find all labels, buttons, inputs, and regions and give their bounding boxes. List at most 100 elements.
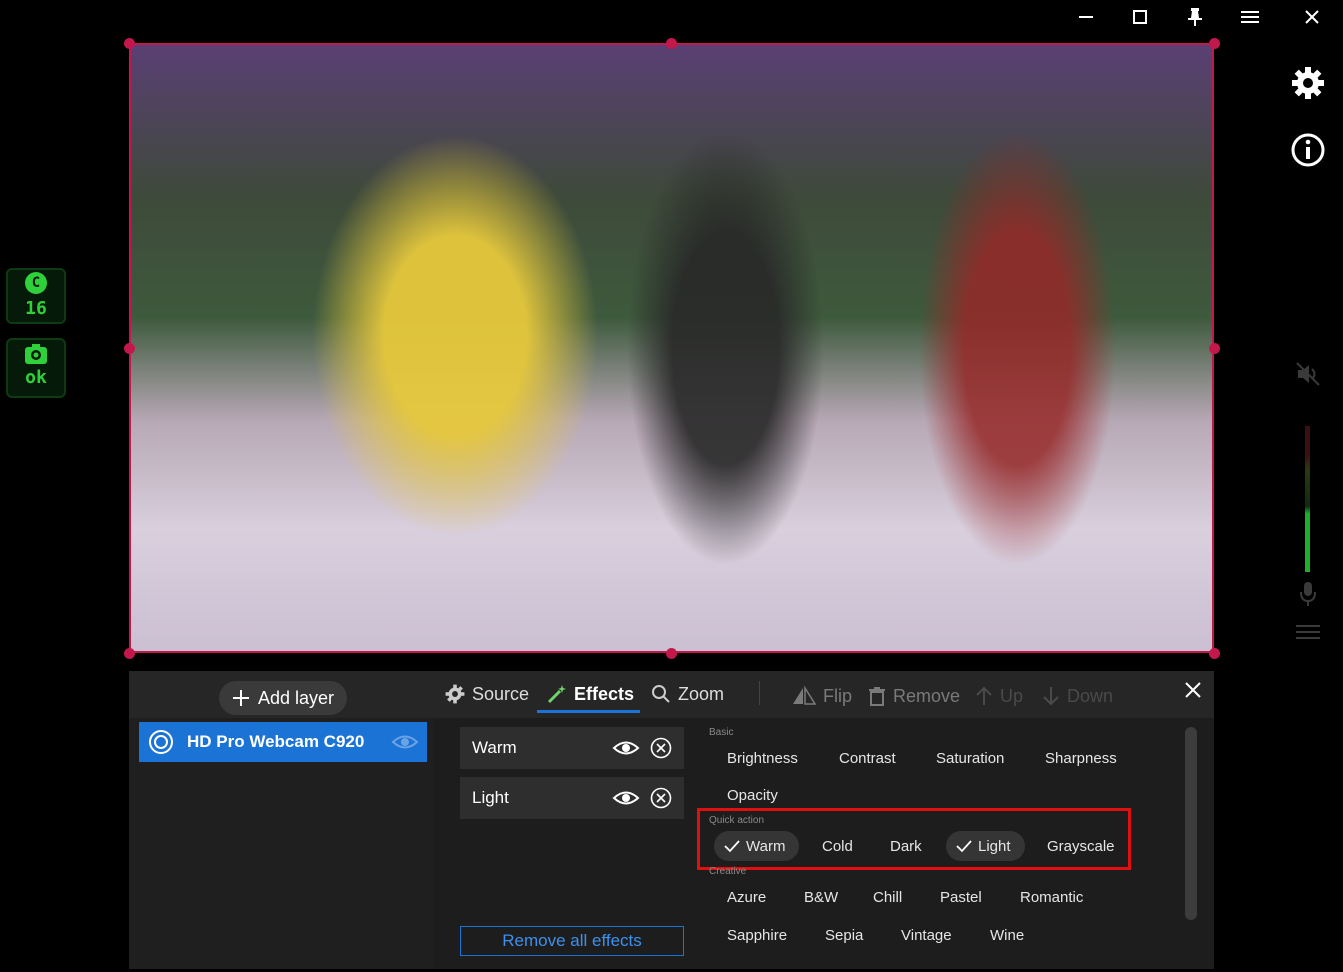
active-effect-item[interactable]: Light: [460, 777, 684, 819]
maximize-icon: [1133, 10, 1147, 24]
effect-romantic[interactable]: Romantic: [1016, 882, 1087, 912]
flip-button[interactable]: Flip: [792, 678, 852, 714]
camera-status-value: ok: [25, 367, 47, 388]
remove-label: Remove: [893, 685, 961, 706]
effect-grayscale[interactable]: Grayscale: [1043, 831, 1119, 861]
layer-name: HD Pro Webcam C920: [187, 732, 365, 751]
close-window-button[interactable]: [1295, 3, 1329, 31]
maximize-button[interactable]: [1123, 3, 1157, 31]
close-icon: [1185, 682, 1201, 698]
camera-icon: [25, 344, 47, 364]
pin-button[interactable]: [1178, 3, 1212, 31]
tab-effects-label: Effects: [574, 683, 635, 704]
minimize-button[interactable]: [1069, 3, 1103, 31]
section-title-creative: Creative: [709, 866, 747, 877]
fps-value: 16: [25, 298, 47, 319]
active-tab-indicator: [537, 710, 640, 713]
effect-sepia[interactable]: Sepia: [821, 920, 867, 950]
effect-contrast[interactable]: Contrast: [835, 743, 900, 773]
section-title-basic: Basic: [709, 727, 734, 738]
effect-sharpness[interactable]: Sharpness: [1041, 743, 1121, 773]
check-icon: [956, 840, 972, 853]
eye-icon[interactable]: [612, 789, 640, 807]
effect-opacity[interactable]: Opacity: [723, 780, 782, 810]
flip-icon: [793, 686, 816, 705]
effects-scrollbar[interactable]: [1185, 727, 1197, 920]
effect-warm[interactable]: Warm: [714, 831, 800, 861]
effect-dark[interactable]: Dark: [886, 831, 926, 861]
tab-source[interactable]: Source: [445, 676, 529, 712]
tab-zoom-label: Zoom: [678, 683, 725, 704]
remove-layer-button[interactable]: Remove: [868, 678, 960, 714]
gear-icon: [1292, 67, 1324, 99]
resize-handle-br[interactable]: [1209, 648, 1220, 659]
trash-icon: [869, 687, 885, 706]
flip-label: Flip: [823, 685, 853, 706]
move-down-button[interactable]: Down: [1042, 678, 1113, 714]
search-icon: [652, 685, 670, 703]
effect-bw[interactable]: B&W: [800, 882, 842, 912]
active-effect-item[interactable]: Warm: [460, 727, 684, 769]
arrow-up-icon: [976, 686, 992, 705]
microphone-icon: [1300, 582, 1316, 606]
resize-handle-t[interactable]: [666, 38, 677, 49]
gear-icon: [445, 684, 465, 704]
eye-icon[interactable]: [391, 733, 419, 751]
effect-wine[interactable]: Wine: [986, 920, 1028, 950]
camera-preview[interactable]: [129, 43, 1214, 653]
plus-icon: [232, 690, 249, 706]
remove-circle-icon[interactable]: [650, 787, 672, 809]
resize-handle-l[interactable]: [124, 343, 135, 354]
info-button[interactable]: [1290, 132, 1326, 168]
effect-pastel[interactable]: Pastel: [936, 882, 986, 912]
effect-cold[interactable]: Cold: [818, 831, 857, 861]
resize-handle-bl[interactable]: [124, 648, 135, 659]
microphone-button[interactable]: [1290, 576, 1326, 612]
effect-vintage[interactable]: Vintage: [897, 920, 956, 950]
fps-badge: C 16: [6, 268, 66, 324]
menu-button[interactable]: [1233, 3, 1267, 31]
remove-all-effects-button[interactable]: Remove all effects: [460, 926, 684, 956]
resize-handle-tr[interactable]: [1209, 38, 1220, 49]
menu-icon: [1241, 11, 1259, 23]
layer-item[interactable]: HD Pro Webcam C920: [139, 722, 427, 762]
effect-azure[interactable]: Azure: [723, 882, 770, 912]
move-up-button[interactable]: Up: [975, 678, 1023, 714]
c-icon: C: [25, 272, 47, 294]
effect-warm-label: Warm: [746, 837, 786, 855]
tab-source-label: Source: [472, 683, 530, 704]
up-label: Up: [1000, 685, 1024, 706]
close-panel-button[interactable]: [1176, 676, 1210, 704]
active-effect-name: Warm: [472, 738, 517, 757]
toolbar-divider: [759, 681, 760, 705]
effect-light-label: Light: [978, 837, 1011, 855]
speaker-muted-icon: [1296, 362, 1320, 386]
section-title-quick-action: Quick action: [709, 815, 765, 826]
info-icon: [1291, 133, 1325, 167]
tab-zoom[interactable]: Zoom: [651, 676, 724, 712]
add-layer-button[interactable]: Add layer: [219, 681, 347, 715]
remove-circle-icon[interactable]: [650, 737, 672, 759]
check-icon: [724, 840, 740, 853]
resize-handle-b[interactable]: [666, 648, 677, 659]
effect-saturation[interactable]: Saturation: [932, 743, 1008, 773]
resize-handle-tl[interactable]: [124, 38, 135, 49]
resize-handle-r[interactable]: [1209, 343, 1220, 354]
magic-wand-icon: [547, 685, 566, 704]
down-label: Down: [1067, 685, 1114, 706]
audio-menu-button[interactable]: [1290, 614, 1326, 650]
effect-sapphire[interactable]: Sapphire: [723, 920, 791, 950]
mute-button[interactable]: [1290, 356, 1326, 392]
webcam-icon: [149, 730, 173, 754]
arrow-down-icon: [1043, 687, 1059, 706]
pin-icon: [1188, 8, 1202, 26]
add-layer-label: Add layer: [257, 687, 335, 708]
eye-icon[interactable]: [612, 739, 640, 757]
tab-effects[interactable]: Effects: [547, 676, 634, 712]
effect-chill[interactable]: Chill: [869, 882, 906, 912]
close-icon: [1305, 10, 1319, 24]
effect-brightness[interactable]: Brightness: [723, 743, 802, 773]
minimize-icon: [1079, 16, 1093, 18]
effect-light[interactable]: Light: [946, 831, 1025, 861]
settings-button[interactable]: [1290, 65, 1326, 101]
